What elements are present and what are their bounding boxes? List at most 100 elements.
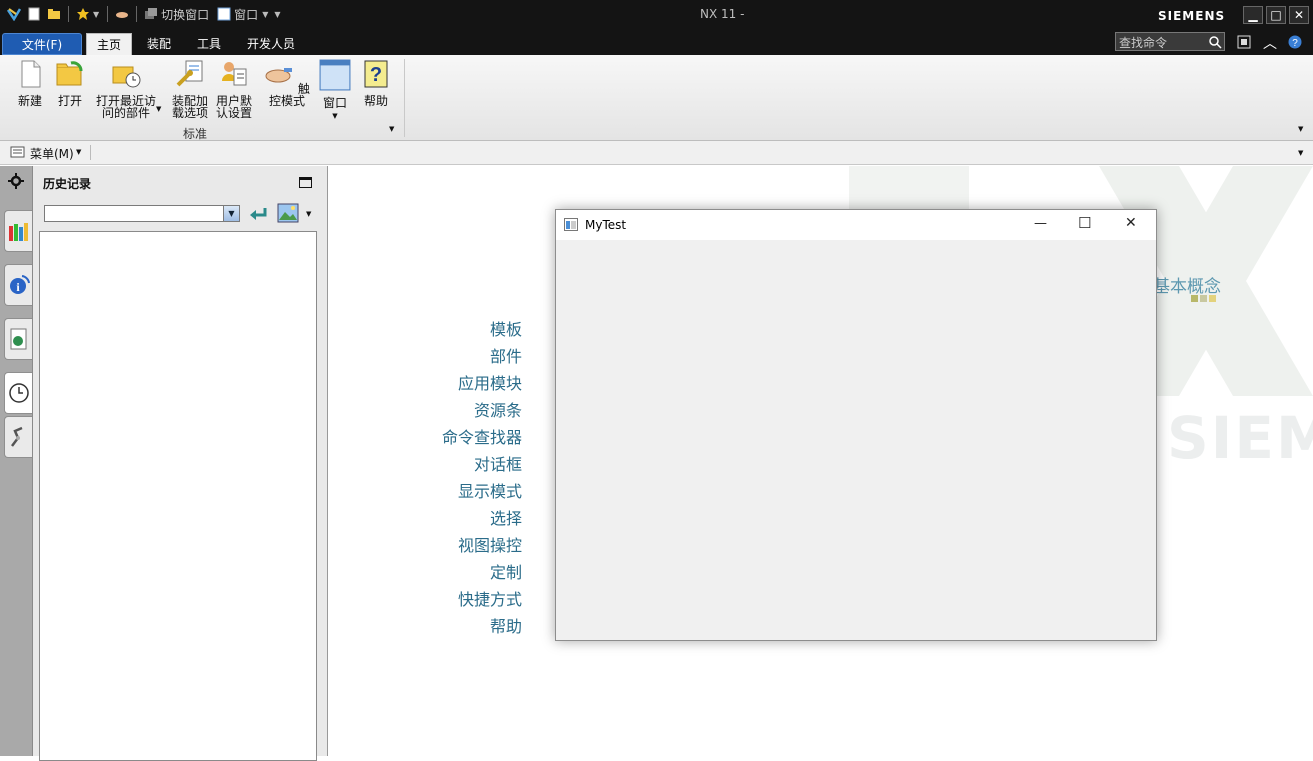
new-label: 新建 [17, 94, 42, 108]
assembly-load-options-button[interactable]: 装配加 载选项 [170, 59, 210, 119]
window-label: 窗口 [322, 96, 347, 110]
clock-icon [8, 383, 29, 403]
collapse-ribbon-icon[interactable]: ︿ [1263, 33, 1277, 53]
new-button[interactable]: 新建 [14, 59, 46, 107]
window-button[interactable]: 窗口 ▼ [318, 59, 352, 122]
menu-button[interactable]: 菜单(M) [30, 145, 74, 162]
minimize-button[interactable]: ▁ [1243, 6, 1263, 24]
fullscreen-icon[interactable] [1236, 34, 1252, 50]
link-command-finder[interactable]: 命令查找器 [442, 424, 522, 448]
touch-mode-button[interactable]: 触控模式 [262, 59, 312, 107]
separator [68, 6, 69, 22]
group-options-icon[interactable]: ▼ [389, 125, 394, 133]
chevron-down-icon[interactable]: ▼ [318, 110, 352, 122]
link-dialogs[interactable]: 对话框 [474, 451, 522, 475]
tab-information[interactable]: i [4, 264, 32, 306]
help-book-icon: ? [364, 60, 388, 88]
tab-home[interactable]: 主页 [86, 33, 133, 55]
link-customization[interactable]: 定制 [490, 559, 522, 583]
tab-assembly-navigator[interactable] [4, 210, 32, 252]
chevron-down-icon[interactable]: ▼ [223, 206, 239, 221]
history-panel: 历史记录 ▼ ▼ [33, 166, 328, 761]
image-view-icon[interactable] [277, 203, 299, 223]
link-view-manipulation[interactable]: 视图操控 [458, 532, 522, 556]
back-arrow-icon[interactable] [248, 205, 268, 223]
books-icon [8, 223, 28, 241]
menu-bar: 菜单(M) ▼ ▼ [0, 141, 1313, 165]
ribbon-tab-bar: 文件(F) 主页 装配 工具 开发人员 查找命令 ︿ ? [0, 30, 1313, 55]
user-defaults-icon [222, 62, 247, 86]
ribbon-home: 新建 打开 打开最近访 问的部件 ▼ 装配加 载选项 用户默 认设置 触控模式 … [0, 55, 1313, 141]
tab-developer[interactable]: 开发人员 [237, 33, 305, 55]
link-applications[interactable]: 应用模块 [458, 370, 522, 394]
tab-assembly[interactable]: 装配 [137, 33, 181, 55]
close-button[interactable]: ✕ [1289, 6, 1309, 24]
separator [90, 145, 91, 160]
siemens-brand: SIEMENS [1158, 9, 1226, 23]
touch-mode-icon [265, 68, 293, 83]
link-templates[interactable]: 模板 [490, 316, 522, 340]
touch-mode-icon[interactable] [115, 7, 129, 21]
help-label: 帮助 [363, 94, 388, 108]
link-shortcuts[interactable]: 快捷方式 [458, 586, 522, 610]
switch-window-label[interactable]: 切换窗口 [161, 6, 209, 23]
dialog-title-bar[interactable]: MyTest — ☐ ✕ [556, 210, 1156, 240]
app-window-icon [564, 218, 578, 231]
tab-file[interactable]: 文件(F) [2, 33, 82, 55]
new-file-icon[interactable] [27, 7, 41, 21]
dialog-close-button[interactable]: ✕ [1125, 215, 1137, 231]
mytest-dialog: MyTest — ☐ ✕ [555, 209, 1157, 641]
menubar-options-icon[interactable]: ▼ [1298, 149, 1303, 157]
recent-parts-icon [112, 66, 141, 88]
tab-history[interactable] [4, 372, 32, 414]
link-selection[interactable]: 选择 [490, 505, 522, 529]
nx-logo-icon[interactable] [7, 7, 21, 21]
user-defaults-button[interactable]: 用户默 认设置 [214, 59, 254, 119]
help-icon[interactable]: ? [1288, 35, 1302, 49]
history-list[interactable] [39, 231, 317, 761]
maximize-button[interactable]: □ [1266, 6, 1286, 24]
tab-tools[interactable]: 工具 [187, 33, 231, 55]
ribbon-options-icon[interactable]: ▼ [1298, 125, 1303, 133]
favorites-icon[interactable] [76, 7, 90, 21]
info-icon: i [9, 275, 30, 294]
tab-role[interactable] [4, 416, 32, 458]
link-display-modes[interactable]: 显示模式 [458, 478, 522, 502]
group-separator [404, 59, 405, 137]
link-help[interactable]: 帮助 [490, 613, 522, 637]
customize-chevron-icon[interactable]: ▼ [274, 10, 280, 19]
gear-icon[interactable] [8, 173, 24, 189]
window-icon [217, 7, 231, 21]
title-bar: ▼ 切换窗口 窗口 ▼ ▼ NX 11 - SIEMENS ▁ □ ✕ [0, 0, 1313, 30]
window-label[interactable]: 窗口 [234, 6, 258, 23]
chevron-down-icon[interactable]: ▼ [156, 103, 161, 115]
open-folder-icon [56, 61, 83, 86]
new-file-icon [21, 60, 41, 88]
decor-square [1209, 295, 1216, 302]
history-filter-select[interactable]: ▼ [44, 205, 240, 222]
chevron-down-icon[interactable]: ▼ [306, 210, 311, 218]
chevron-down-icon[interactable]: ▼ [93, 10, 99, 19]
basic-concepts-link[interactable]: 基本概念 [1153, 272, 1221, 297]
chevron-down-icon[interactable]: ▼ [76, 148, 81, 156]
help-button[interactable]: ? 帮助 [360, 59, 392, 107]
dialog-maximize-button[interactable]: ☐ [1078, 214, 1091, 232]
open-recent-label-2: 问的部件 [101, 106, 150, 120]
tab-web-browser[interactable] [4, 318, 32, 360]
open-folder-icon[interactable] [47, 7, 61, 21]
robot-arm-icon [10, 426, 22, 447]
dialog-minimize-button[interactable]: — [1034, 216, 1047, 231]
open-button[interactable]: 打开 [54, 59, 86, 107]
open-recent-parts-button[interactable]: 打开最近访 问的部件 ▼ [94, 59, 161, 120]
window-icon [319, 59, 351, 91]
svg-text:?: ? [1292, 38, 1298, 49]
link-resource-bar[interactable]: 资源条 [474, 397, 522, 421]
svg-text:?: ? [370, 64, 382, 86]
dialog-content [556, 240, 1156, 640]
maximize-panel-icon[interactable] [299, 177, 312, 188]
search-icon[interactable] [1208, 35, 1222, 49]
siemens-watermark: SIEMENS [1167, 404, 1313, 472]
chevron-down-icon[interactable]: ▼ [262, 10, 268, 19]
group-label-standard: 标准 [183, 127, 208, 141]
link-parts[interactable]: 部件 [490, 343, 522, 367]
